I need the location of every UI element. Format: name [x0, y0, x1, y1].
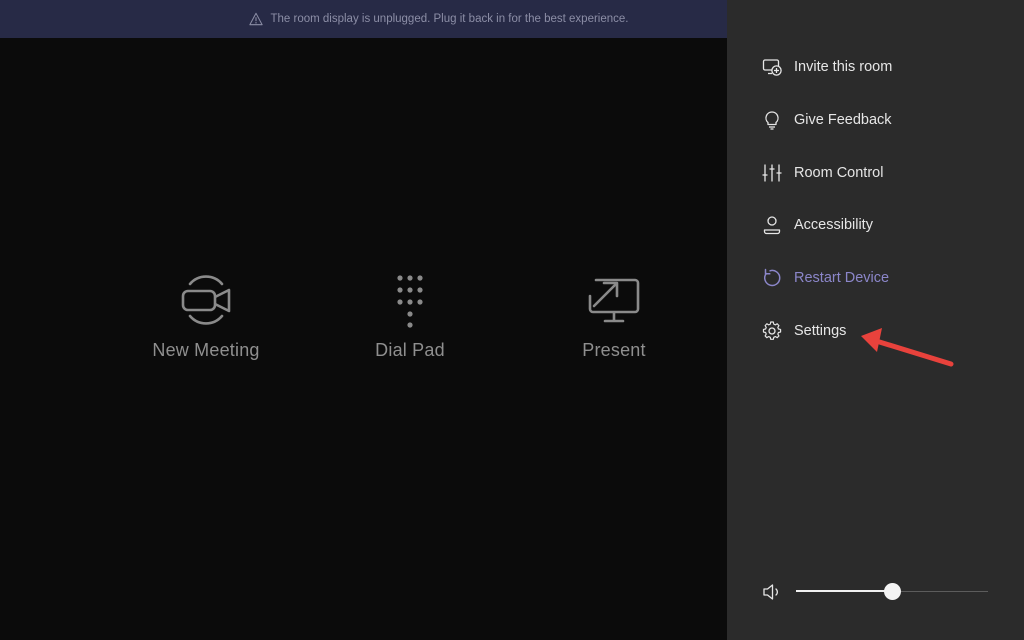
menu-item-label: Restart Device [794, 270, 890, 286]
menu-item-room-control[interactable]: Room Control [761, 160, 883, 186]
menu-item-label: Give Feedback [794, 112, 892, 128]
home-actions: New Meeting Dial Pad Present [0, 270, 727, 380]
new-meeting-button[interactable]: New Meeting [126, 270, 286, 361]
menu-item-invite-this-room[interactable]: Invite this room [761, 54, 892, 80]
new-meeting-label: New Meeting [152, 340, 260, 360]
present-label: Present [582, 340, 646, 360]
menu-item-settings[interactable]: Settings [761, 318, 846, 344]
menu-item-label: Invite this room [794, 59, 893, 75]
speaker-icon [763, 584, 778, 600]
present-screen-icon [588, 278, 640, 323]
video-camera-icon [181, 275, 231, 325]
menu-item-label: Accessibility [794, 217, 873, 233]
main-area: The room display is unplugged. Plug it b… [0, 0, 727, 640]
restart-icon [763, 268, 781, 287]
annotation-arrow [861, 328, 954, 367]
accessibility-icon [763, 216, 781, 235]
menu-item-restart-device[interactable]: Restart Device [761, 265, 889, 291]
dial-pad-icon [397, 275, 423, 328]
present-button[interactable]: Present [534, 270, 694, 361]
volume-fill [796, 590, 892, 592]
warning-icon [248, 12, 263, 26]
invite-room-icon [762, 59, 782, 76]
dial-pad-label: Dial Pad [375, 340, 445, 360]
banner-message: The room display is unplugged. Plug it b… [270, 13, 629, 25]
volume-control [762, 580, 992, 604]
menu-item-give-feedback[interactable]: Give Feedback [761, 107, 892, 133]
dial-pad-button[interactable]: Dial Pad [330, 270, 490, 361]
sliders-icon [762, 164, 782, 182]
menu-item-accessibility[interactable]: Accessibility [761, 212, 873, 238]
gear-icon [762, 321, 782, 340]
menu-item-label: Room Control [794, 165, 884, 181]
menu-item-label: Settings [794, 323, 847, 339]
volume-slider-thumb[interactable] [883, 583, 901, 600]
display-unplugged-banner: The room display is unplugged. Plug it b… [0, 0, 727, 38]
lightbulb-icon [765, 111, 779, 130]
